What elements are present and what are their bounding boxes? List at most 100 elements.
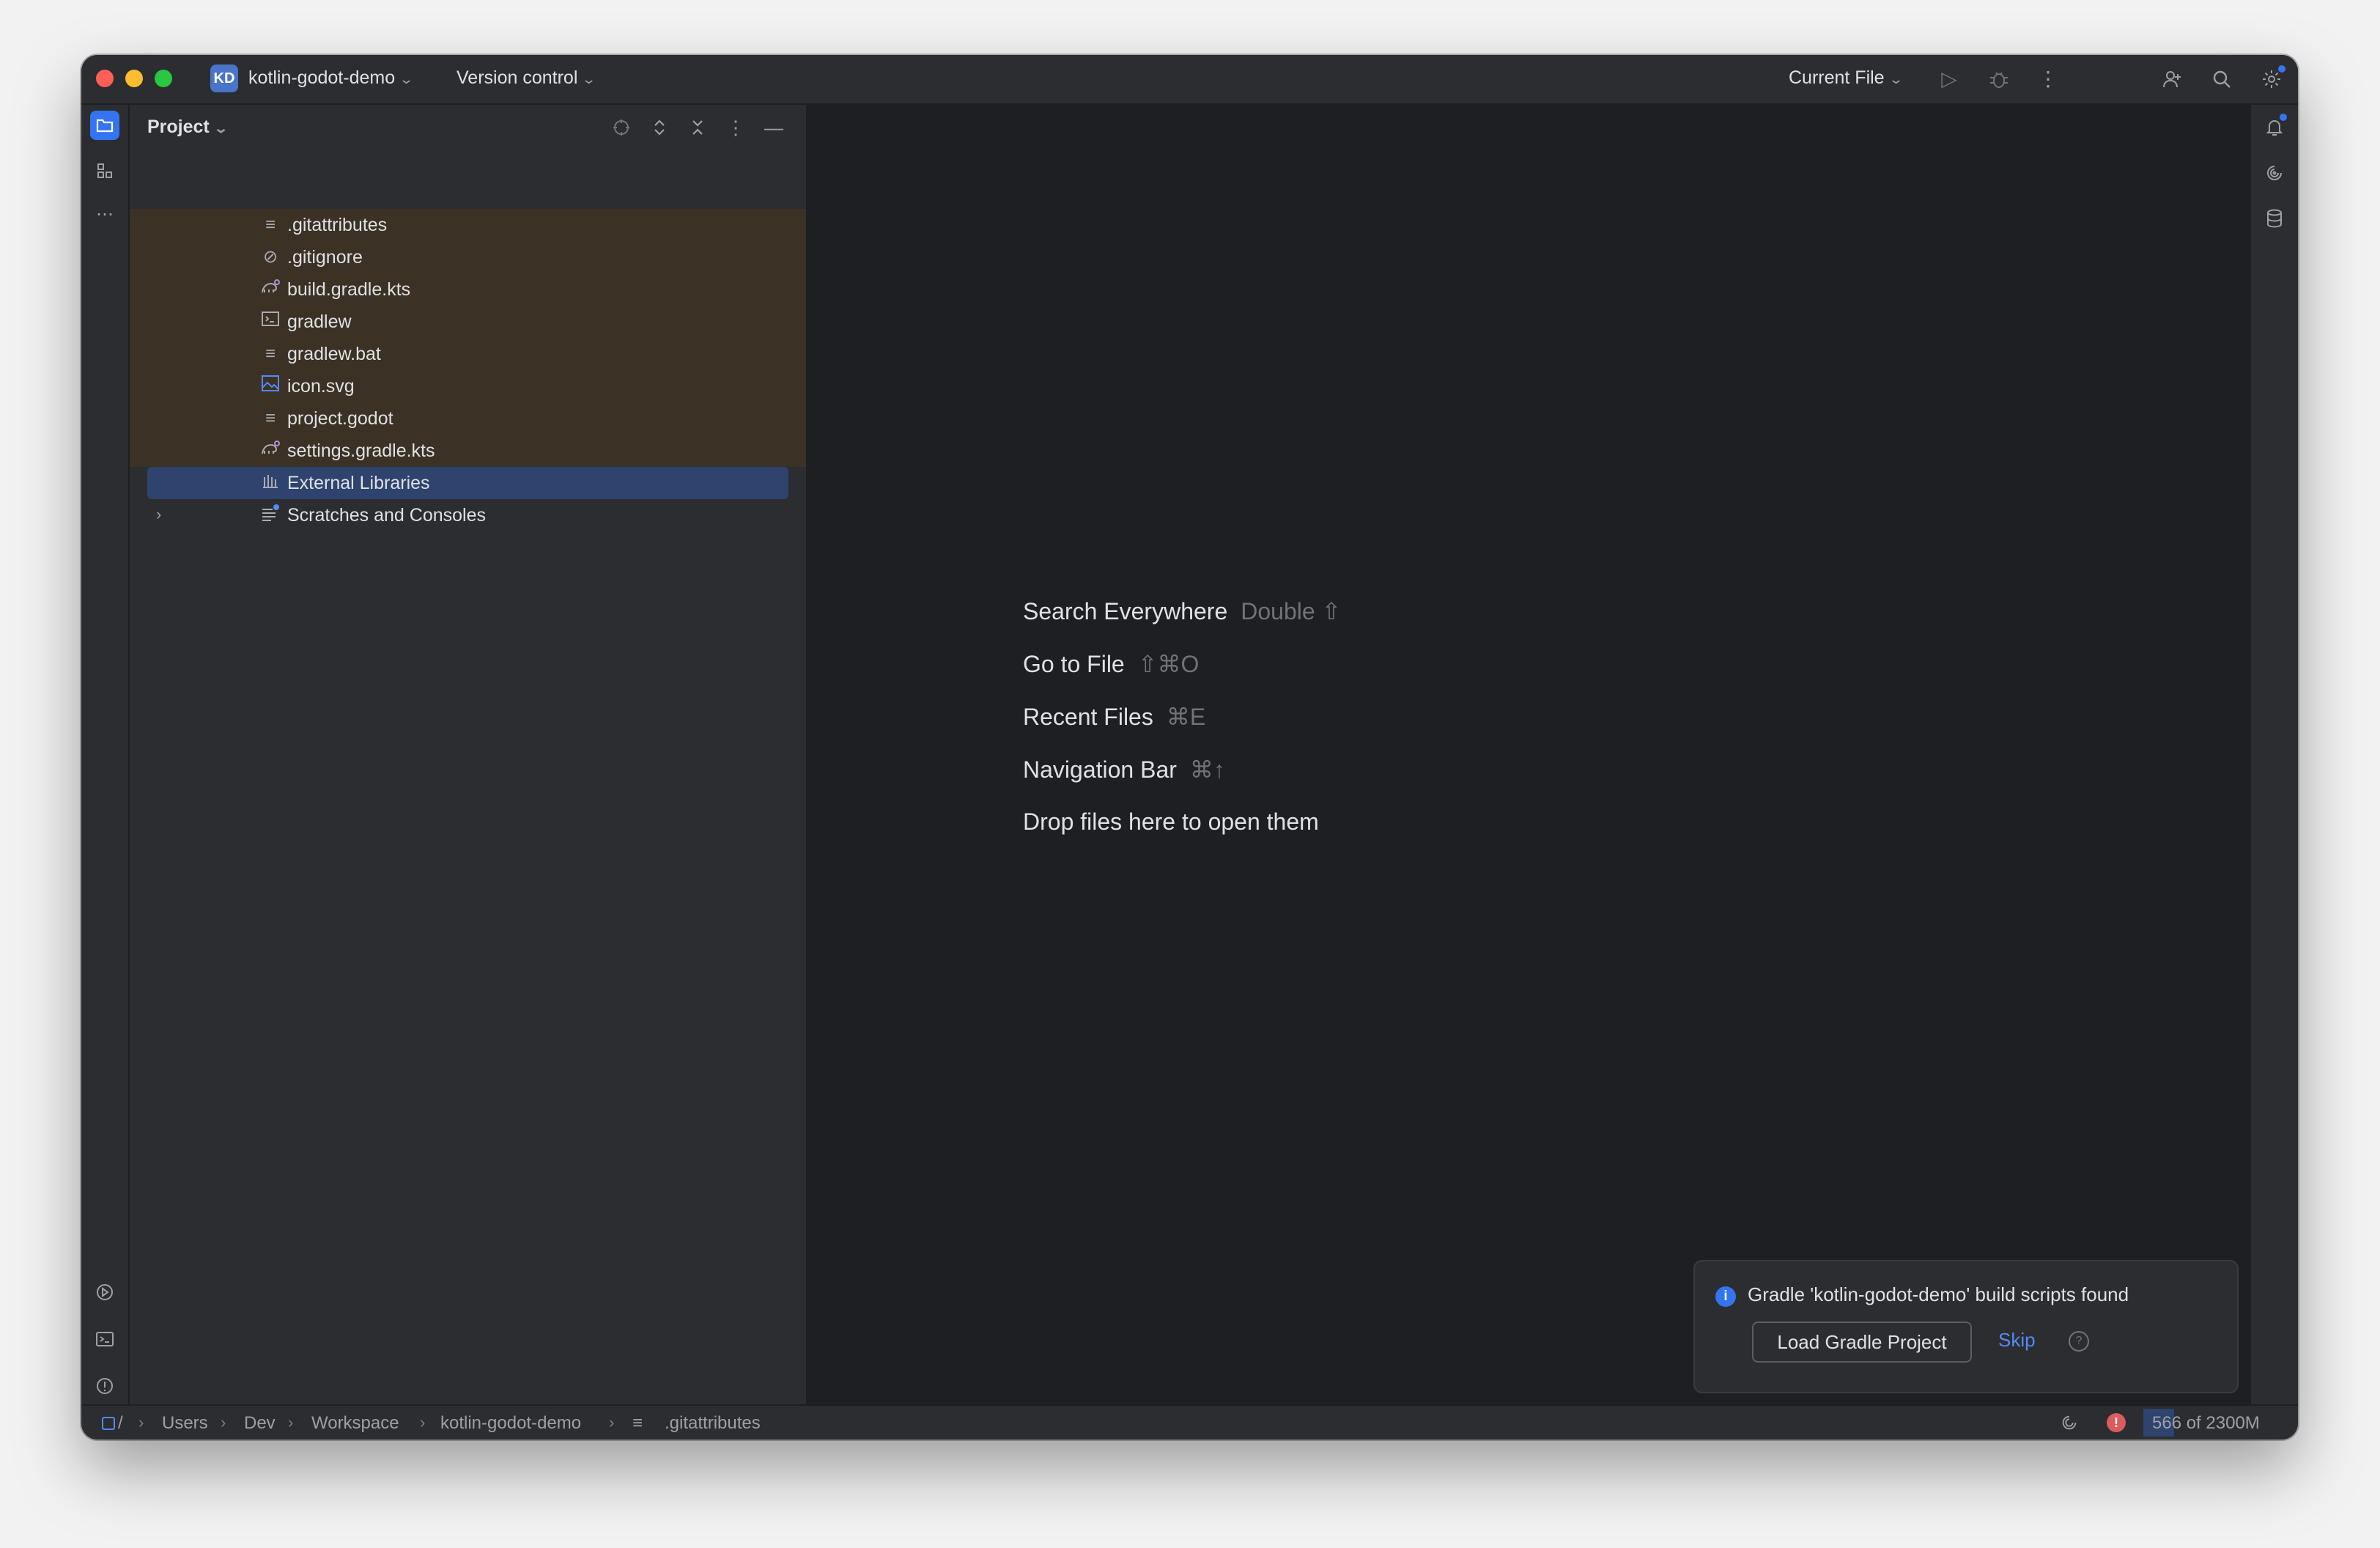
- right-tool-strip: [2250, 105, 2298, 1404]
- ide-window: KD kotlin-godot-demo ⌄ Version control ⌄ C…: [81, 55, 2298, 1440]
- text-file-icon: ≡: [632, 1413, 643, 1433]
- ai-status-icon[interactable]: [2060, 1413, 2079, 1437]
- load-gradle-project-button[interactable]: Load Gradle Project: [1752, 1322, 1972, 1363]
- chevron-down-icon: ⌄: [581, 72, 597, 86]
- text-file-icon: ≡: [265, 215, 276, 235]
- tree-row[interactable]: › Scratches and Consoles: [130, 499, 788, 531]
- minimize-window-button[interactable]: [125, 70, 143, 87]
- run-config-selector[interactable]: Current File ⌄: [1789, 67, 1904, 89]
- image-file-icon: [259, 375, 282, 398]
- breadcrumb-root[interactable]: /: [118, 1413, 123, 1434]
- memory-indicator[interactable]: 566 of 2300M: [2152, 1413, 2260, 1434]
- tree-row[interactable]: settings.gradle.kts: [130, 435, 788, 467]
- chevron-down-icon: ⌄: [399, 72, 415, 86]
- collapse-all-icon[interactable]: [684, 114, 712, 141]
- skip-link[interactable]: Skip: [1998, 1329, 2036, 1352]
- debug-bug-icon[interactable]: [1985, 65, 2013, 93]
- tree-row[interactable]: gradlew: [130, 306, 788, 338]
- text-file-icon: ≡: [265, 408, 276, 428]
- ai-assistant-icon[interactable]: [2261, 159, 2288, 187]
- tree-label: Scratches and Consoles: [287, 505, 486, 526]
- tree-label: .gitignore: [287, 247, 363, 268]
- chevron-right-icon: ›: [221, 1413, 226, 1431]
- hint-search-everywhere[interactable]: Search Everywhere Double ⇧: [1023, 597, 1341, 625]
- hint-recent-files[interactable]: Recent Files ⌘E: [1023, 703, 1205, 731]
- hint-drop-files: Drop files here to open them: [1023, 808, 1319, 836]
- hint-shortcut: ⇧⌘O: [1137, 651, 1200, 677]
- breadcrumb-item[interactable]: .gitattributes: [665, 1413, 761, 1434]
- error-indicator-icon[interactable]: !: [2107, 1413, 2126, 1432]
- chevron-right-icon: ›: [138, 1413, 144, 1431]
- notifications-icon[interactable]: [2261, 114, 2288, 141]
- locate-icon[interactable]: [607, 114, 635, 141]
- problems-icon[interactable]: [90, 1371, 119, 1401]
- title-bar: KD kotlin-godot-demo ⌄ Version control ⌄ C…: [81, 55, 2298, 105]
- text-file-icon: ≡: [265, 344, 276, 364]
- vcs-label: Version control: [457, 67, 578, 88]
- tree-row[interactable]: ⊘ .gitignore: [130, 241, 788, 273]
- hint-navigation-bar[interactable]: Navigation Bar ⌘↑: [1023, 756, 1225, 784]
- update-badge: [2278, 65, 2285, 73]
- tree-row[interactable]: ≡ .gitattributes: [130, 209, 788, 241]
- breadcrumb-item[interactable]: Workspace: [311, 1413, 399, 1434]
- hint-go-to-file[interactable]: Go to File ⇧⌘O: [1023, 650, 1199, 678]
- tree-label: gradlew.bat: [287, 344, 381, 364]
- tree-row[interactable]: ≡ project.godot: [130, 402, 788, 435]
- more-tools-icon[interactable]: ⋯: [90, 200, 119, 229]
- breadcrumb-item[interactable]: Dev: [244, 1413, 276, 1434]
- chevron-right-icon[interactable]: ›: [156, 505, 161, 524]
- tree-label: gradlew: [287, 312, 352, 332]
- play-icon[interactable]: ▷: [1935, 65, 1963, 93]
- tree-label: .gitattributes: [287, 215, 388, 235]
- status-bar: / › Users › Dev › Workspace › kotlin-god…: [81, 1404, 2298, 1440]
- expand-all-icon[interactable]: [646, 114, 673, 141]
- gradle-notification: i Gradle 'kotlin-godot-demo' build scrip…: [1693, 1260, 2239, 1393]
- zoom-window-button[interactable]: [155, 70, 172, 87]
- close-window-button[interactable]: [96, 70, 114, 87]
- tree-label: project.godot: [287, 408, 393, 429]
- tree-label: icon.svg: [287, 376, 355, 397]
- project-folder-icon[interactable]: [90, 111, 119, 140]
- vcs-menu[interactable]: Version control ⌄: [457, 67, 597, 89]
- structure-icon[interactable]: [90, 156, 119, 185]
- tree-row[interactable]: ≡ gradlew.bat: [130, 338, 788, 370]
- chevron-down-icon: ⌄: [212, 121, 229, 136]
- tree-row[interactable]: icon.svg: [130, 370, 788, 402]
- project-panel-header: Project ⌄ ⋮ —: [130, 105, 806, 150]
- settings-gear-icon[interactable]: [2258, 65, 2285, 93]
- chevron-right-icon: ›: [420, 1413, 426, 1431]
- hint-label: Recent Files: [1023, 704, 1153, 730]
- ignore-file-icon: ⊘: [262, 247, 278, 267]
- chevron-down-icon: ⌄: [1888, 72, 1904, 86]
- tree-row[interactable]: build.gradle.kts: [130, 273, 788, 306]
- breadcrumb-item[interactable]: Users: [162, 1413, 208, 1434]
- help-icon[interactable]: ?: [2069, 1331, 2089, 1352]
- hide-panel-icon[interactable]: —: [760, 114, 788, 141]
- options-icon[interactable]: ⋮: [722, 114, 750, 141]
- project-view-selector[interactable]: Project ⌄: [147, 117, 229, 138]
- breadcrumb-item[interactable]: kotlin-godot-demo: [440, 1413, 581, 1434]
- services-icon[interactable]: [90, 1278, 119, 1307]
- editor-area[interactable]: Search Everywhere Double ⇧ Go to File ⇧⌘O …: [808, 105, 2250, 1404]
- hint-shortcut: Double ⇧: [1241, 598, 1342, 624]
- scratches-icon: [259, 504, 282, 527]
- tree-label: settings.gradle.kts: [287, 441, 435, 461]
- tree-label: External Libraries: [287, 473, 430, 493]
- unread-badge: [2280, 114, 2287, 121]
- hint-label: Navigation Bar: [1023, 756, 1177, 783]
- library-icon: [259, 471, 282, 495]
- database-icon[interactable]: [2261, 204, 2288, 232]
- hint-shortcut: ⌘↑: [1189, 756, 1225, 783]
- project-badge[interactable]: KD: [210, 64, 238, 92]
- search-icon[interactable]: [2208, 65, 2236, 93]
- terminal-icon[interactable]: [90, 1324, 119, 1354]
- add-user-icon[interactable]: [2158, 65, 2186, 93]
- tree-row-selected[interactable]: External Libraries: [147, 467, 788, 499]
- panel-title: Project: [147, 117, 210, 137]
- hint-shortcut: ⌘E: [1166, 704, 1206, 730]
- more-vertical-icon[interactable]: ⋮: [2034, 65, 2062, 93]
- gradle-file-icon: [259, 278, 282, 301]
- gradle-file-icon: [259, 439, 282, 462]
- notification-message: Gradle 'kotlin-godot-demo' build scripts…: [1748, 1283, 2129, 1305]
- project-switcher[interactable]: kotlin-godot-demo ⌄: [248, 67, 415, 89]
